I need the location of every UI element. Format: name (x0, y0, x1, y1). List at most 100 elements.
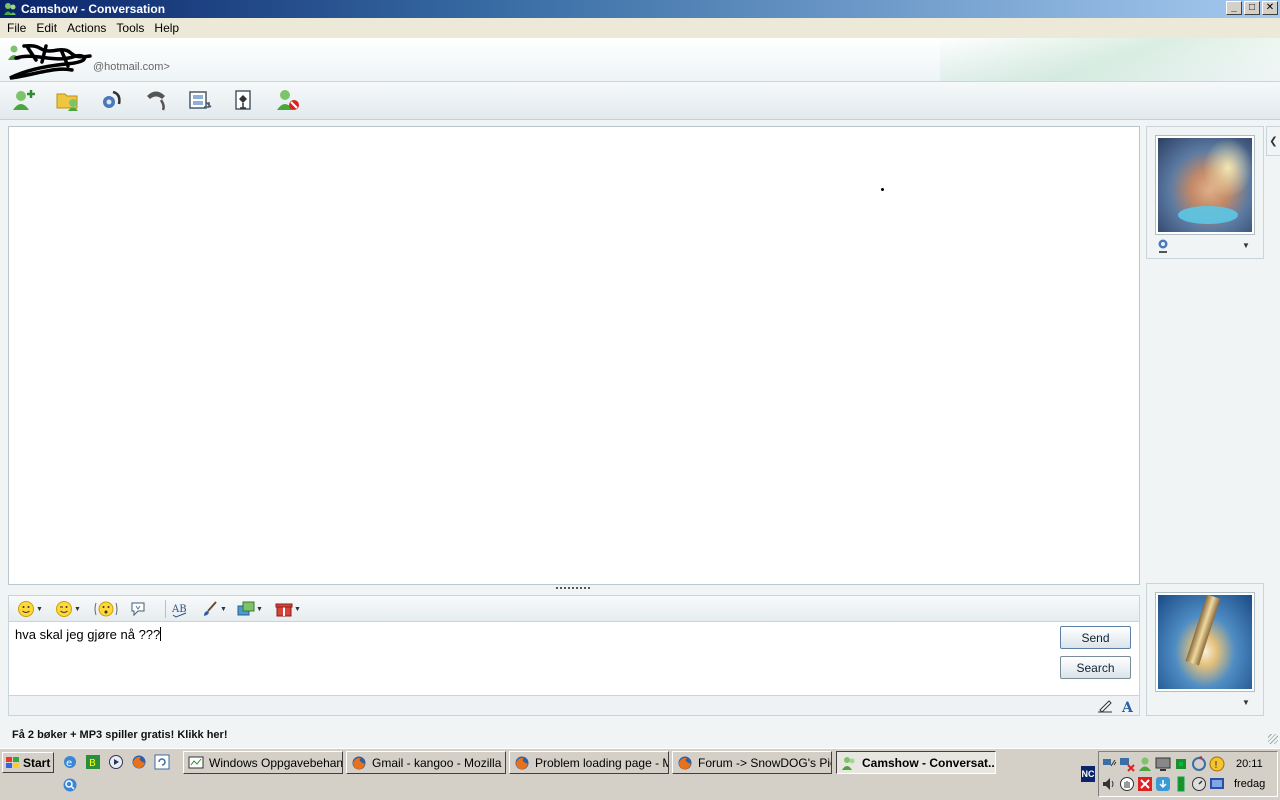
pane-splitter[interactable] (556, 587, 590, 590)
contact-display-picture[interactable] (1155, 135, 1255, 235)
chevron-down-icon: ▼ (294, 605, 301, 613)
battery-icon[interactable] (1173, 776, 1189, 792)
header-decoration (940, 38, 1280, 82)
conversation-header (0, 38, 1280, 82)
emoticon-icon (18, 601, 34, 617)
gift-button[interactable]: ▼ (275, 599, 301, 619)
display-settings-icon[interactable] (1209, 776, 1225, 792)
conversation-toolbar (0, 82, 1280, 120)
start-label: Start (23, 755, 51, 770)
message-history[interactable] (8, 126, 1140, 585)
toolbar-separator (165, 600, 166, 618)
hand-icon[interactable] (1119, 776, 1135, 792)
minimize-button[interactable]: _ (1226, 1, 1242, 15)
clock-day: fredag (1234, 778, 1266, 790)
maximize-button[interactable]: □ (1244, 1, 1260, 15)
collapse-panel-button[interactable]: ❮ (1266, 126, 1280, 156)
nc-badge[interactable]: NC (1081, 766, 1095, 782)
close-button[interactable]: ✕ (1262, 1, 1278, 15)
taskbar-item-task-manager[interactable]: Windows Oppgavebehan... (183, 751, 343, 774)
sync-icon[interactable] (1191, 756, 1207, 772)
webcam-icon[interactable] (1157, 239, 1169, 253)
activities-button[interactable] (185, 86, 215, 114)
text-cursor (160, 627, 162, 641)
network-error-icon[interactable] (1119, 756, 1135, 772)
blocked-icon[interactable] (1137, 776, 1153, 792)
start-button[interactable]: Start (2, 752, 54, 773)
send-button[interactable]: Send (1060, 626, 1131, 649)
taskbar-item-camshow[interactable]: Camshow - Conversat... (836, 751, 996, 774)
messenger-status-icon[interactable] (1137, 756, 1153, 772)
taskbar-item-label: Windows Oppgavebehan... (209, 755, 343, 770)
taskbar-item-gmail[interactable]: Gmail - kangoo - Mozilla F... (346, 751, 506, 774)
messenger-icon (4, 3, 16, 15)
rocket-photo (1158, 595, 1252, 689)
invite-contact-icon (13, 90, 35, 110)
activities-icon (189, 91, 212, 109)
font-icon: A (1121, 700, 1134, 713)
text-mode-button[interactable]: A (1119, 698, 1137, 714)
firefox-icon (515, 756, 529, 769)
menu-edit[interactable]: Edit (31, 21, 62, 35)
search-button[interactable]: Search (1060, 656, 1131, 679)
contact-picture-menu-chevron-icon[interactable]: ▼ (1242, 241, 1250, 250)
media-player-icon[interactable]: B (85, 754, 101, 770)
background-button[interactable]: ▼ (237, 599, 263, 619)
taskbar-item-forum[interactable]: Forum -> SnowDOG's Pic... (672, 751, 832, 774)
security-alert-icon[interactable]: ! (1209, 756, 1225, 772)
svg-text:A: A (1121, 700, 1134, 713)
voice-clip-button[interactable] (129, 599, 147, 619)
internet-explorer-icon[interactable]: e (62, 754, 78, 770)
chevron-left-icon: ❮ (1269, 135, 1278, 147)
firefox-icon (352, 756, 366, 769)
phone-call-button[interactable] (141, 86, 171, 114)
update-icon[interactable] (1155, 776, 1171, 792)
ad-link[interactable]: Få 2 bøker + MP3 spiller gratis! Klikk h… (12, 729, 228, 741)
background-icon (237, 601, 255, 616)
menu-tools[interactable]: Tools (111, 21, 149, 35)
nudge-button[interactable] (93, 599, 119, 619)
my-picture-menu-chevron-icon[interactable]: ▼ (1242, 698, 1250, 707)
spell-check-button[interactable]: AB (171, 599, 189, 619)
voice-clip-icon (131, 602, 145, 617)
quick-search-icon[interactable] (62, 777, 78, 793)
svg-text:e: e (66, 758, 72, 769)
video-call-button[interactable] (97, 86, 127, 114)
font-brush-button[interactable]: ▼ (201, 599, 227, 619)
taskbar-item-label: Gmail - kangoo - Mozilla F... (372, 755, 506, 770)
my-display-picture[interactable] (1155, 592, 1255, 692)
contact-photo (1158, 138, 1252, 232)
message-input-text: hva skal jeg gjøre nå ??? (15, 627, 161, 642)
message-input[interactable]: hva skal jeg gjøre nå ??? (8, 621, 1140, 696)
chip-icon[interactable] (1173, 756, 1189, 772)
invite-contact-button[interactable] (9, 86, 39, 114)
handwriting-button[interactable] (1096, 698, 1114, 714)
title-bar[interactable]: Camshow - Conversation _ □ ✕ (0, 0, 1280, 18)
gift-icon (275, 603, 293, 617)
games-button[interactable] (229, 86, 259, 114)
block-contact-button[interactable] (273, 86, 303, 114)
network-icon[interactable] (1101, 756, 1117, 772)
block-contact-icon (277, 90, 299, 110)
clock[interactable]: 20:11 (1236, 758, 1263, 770)
windows-logo-icon (6, 756, 19, 768)
emoticon-button[interactable]: ▼ (17, 599, 43, 619)
volume-icon[interactable] (1101, 776, 1117, 792)
firefox-icon[interactable] (131, 754, 147, 770)
monitor-icon[interactable] (1155, 756, 1171, 772)
menu-actions[interactable]: Actions (62, 21, 111, 35)
menu-bar: File Edit Actions Tools Help (0, 18, 1280, 38)
refresh-browser-icon[interactable] (154, 754, 170, 770)
firefox-icon (678, 756, 692, 769)
resize-grip[interactable] (1268, 734, 1278, 744)
taskbar-item-problem-loading[interactable]: Problem loading page - M... (509, 751, 669, 774)
redacted-name-scribble (9, 44, 92, 80)
menu-help[interactable]: Help (149, 21, 184, 35)
menu-file[interactable]: File (2, 21, 31, 35)
font-brush-icon (204, 601, 217, 616)
speedometer-icon[interactable] (1191, 776, 1207, 792)
windows-media-icon[interactable] (108, 754, 124, 770)
send-files-button[interactable] (53, 86, 83, 114)
wink-button[interactable]: ▼ (55, 599, 81, 619)
spell-check-icon: AB (171, 604, 187, 618)
